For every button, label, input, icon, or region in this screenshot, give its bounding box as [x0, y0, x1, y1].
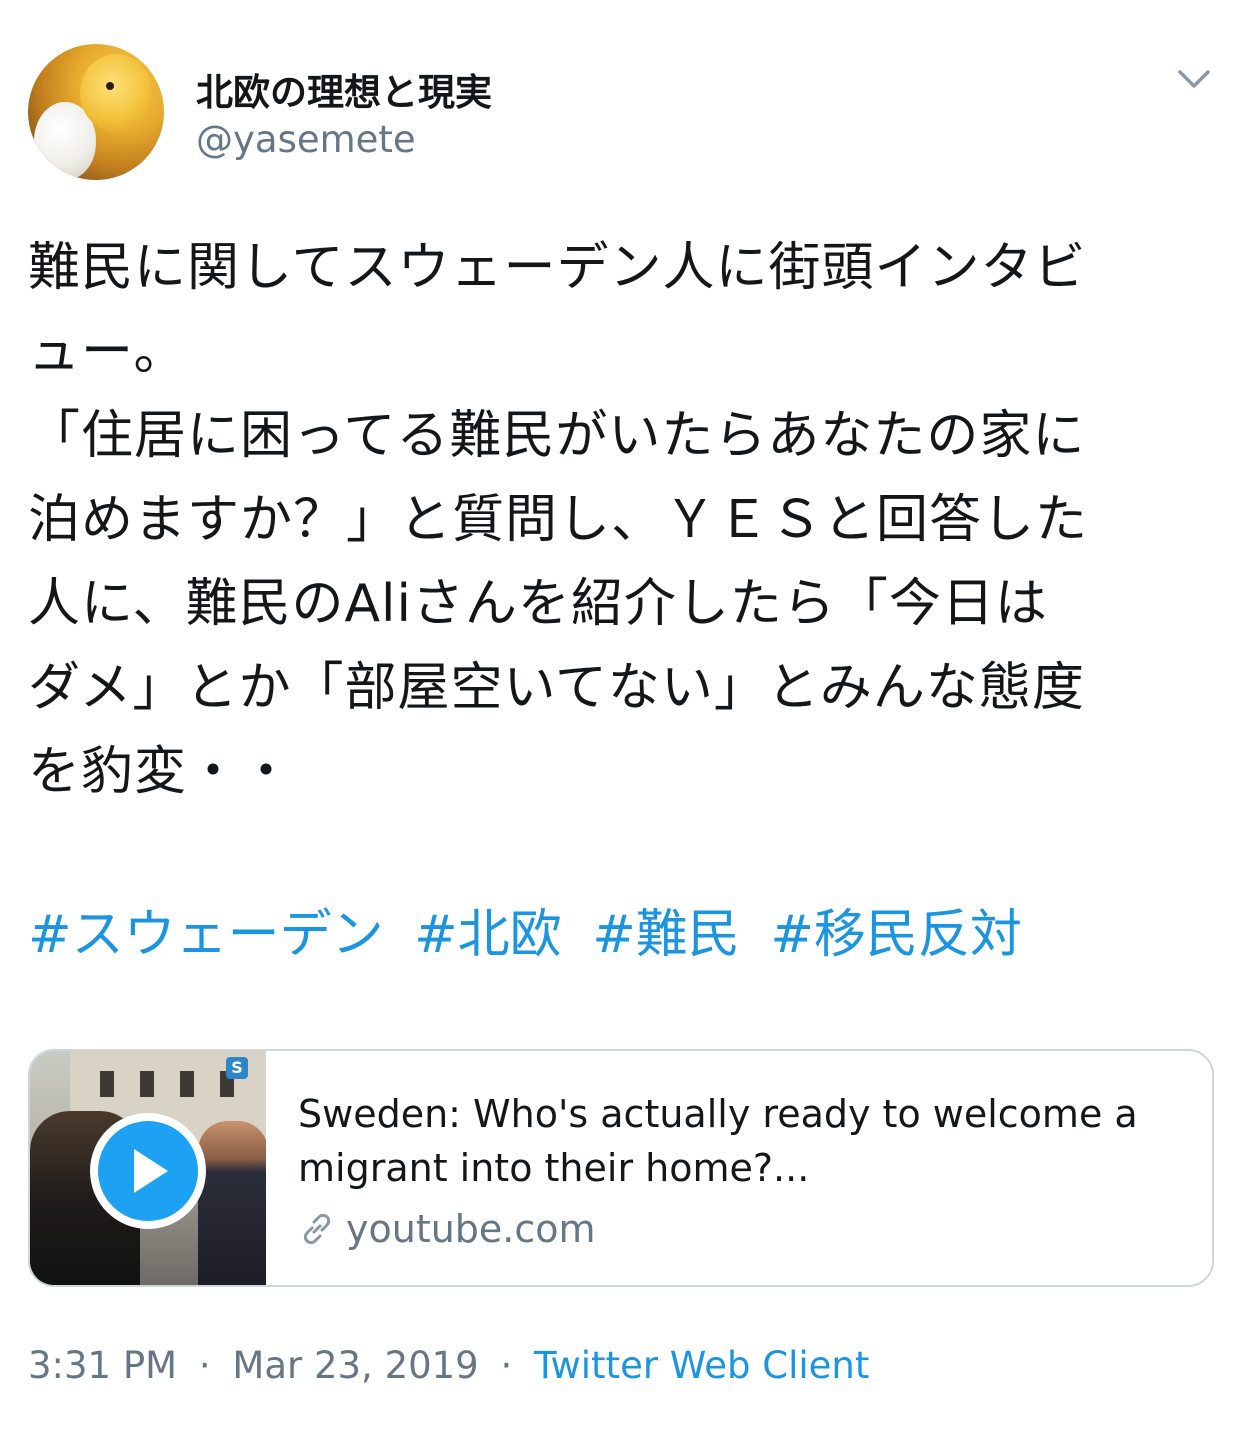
play-icon [98, 1121, 198, 1221]
tweet-footer: 3:31 PM · Mar 23, 2019 · Twitter Web Cli… [28, 1344, 869, 1387]
card-title-line: Sweden: Who's actually ready to welcome … [298, 1092, 1138, 1136]
card-body: Sweden: Who's actually ready to welcome … [298, 1087, 1198, 1251]
tweet-text-line: を豹変・・ [28, 742, 294, 802]
play-button[interactable] [90, 1113, 206, 1229]
separator-dot: · [198, 1344, 211, 1387]
thumbnail-window [100, 1071, 114, 1097]
user-handle[interactable]: @yasemete [196, 118, 416, 161]
hashtag-anti-immigration[interactable]: #移民反対 [770, 905, 1022, 965]
tweet-text-line: 人に、難民のAliさんを紹介したら「今日は [28, 574, 1048, 634]
chick-shape [80, 54, 152, 132]
source-client-link[interactable]: Twitter Web Client [534, 1344, 869, 1387]
card-domain-text: youtube.com [346, 1207, 596, 1251]
video-thumbnail[interactable]: S [30, 1051, 266, 1285]
separator-dot: · [500, 1344, 513, 1387]
tweet-date[interactable]: Mar 23, 2019 [232, 1344, 478, 1387]
tweet-text-line: 難民に関してスウェーデン人に街頭インタビ [28, 238, 1087, 298]
thumbnail-window [180, 1071, 194, 1097]
avatar[interactable] [28, 44, 164, 180]
hashtag-sweden[interactable]: #スウェーデン [28, 905, 384, 965]
display-name[interactable]: 北欧の理想と現実 [196, 62, 492, 116]
thumbnail-person [198, 1121, 266, 1285]
tweet-text-line: 「住居に困ってる難民がいたらあなたの家に [28, 406, 1086, 466]
card-domain: youtube.com [298, 1207, 1198, 1251]
tweet-time[interactable]: 3:31 PM [28, 1344, 177, 1387]
link-icon [303, 1213, 331, 1245]
thumbnail-logo: S [226, 1057, 248, 1079]
link-card[interactable]: S Sweden: Who's actually ready to welcom… [28, 1049, 1214, 1287]
tweet-text-line: ダメ」とか「部屋空いてない」とみんな態度 [28, 658, 1085, 718]
thumbnail-window [140, 1071, 154, 1097]
card-title-line: migrant into their home?... [298, 1146, 810, 1190]
chevron-down-icon[interactable] [1172, 62, 1216, 98]
tweet: 北欧の理想と現実 @yasemete 難民に関してスウェーデン人に街頭インタビ … [0, 0, 1242, 1429]
hashtag-nordic[interactable]: #北欧 [414, 905, 562, 965]
hashtag-refugees[interactable]: #難民 [592, 905, 740, 965]
hashtag-list: #スウェーデン #北欧 #難民 #移民反対 [28, 900, 1218, 970]
card-title: Sweden: Who's actually ready to welcome … [298, 1087, 1198, 1195]
tweet-text-line: ュー。 [28, 322, 187, 382]
chick-eye [106, 82, 114, 90]
tweet-text-line: 泊めますか？」と質問し、ＹＥＳと回答した [28, 490, 1089, 550]
tweet-text: 難民に関してスウェーデン人に街頭インタビ ュー。 「住居に困ってる難民がいたらあ… [28, 226, 1218, 814]
